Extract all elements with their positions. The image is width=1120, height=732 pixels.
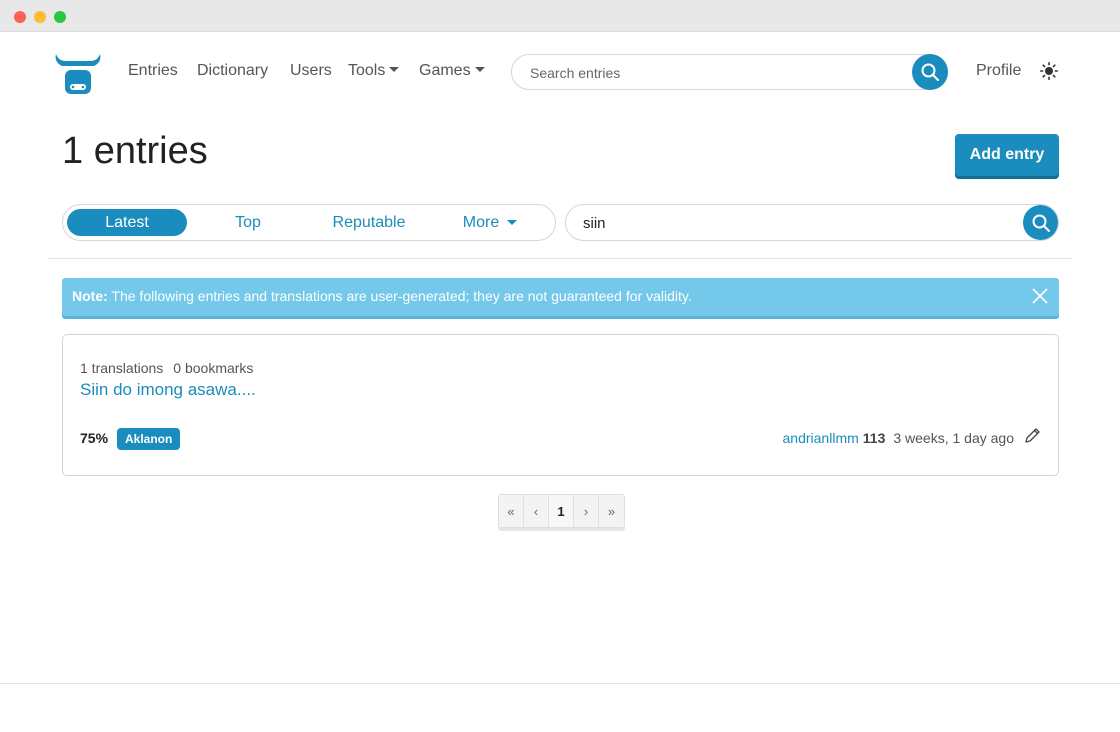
pagination-first-button[interactable]: « [499,495,524,527]
global-search-input[interactable] [530,63,900,83]
global-search [511,54,948,90]
close-window-button[interactable] [14,11,26,23]
pagination: « ‹ 1 › » [498,494,625,528]
pagination-prev-button[interactable]: ‹ [524,495,549,527]
global-search-button[interactable] [912,54,948,90]
entry-card: 1 translations 0 bookmarks Siin do imong … [62,334,1059,476]
sort-tabs: Latest Top Reputable More [62,204,556,241]
entry-author-info: andrianllmm 113 3 weeks, 1 day ago [783,430,1014,446]
tab-more-label: More [462,213,500,231]
pagination-last-button[interactable]: » [599,495,624,527]
tab-top[interactable]: Top [188,209,308,236]
user-generated-note-alert: Note: The following entries and translat… [62,278,1059,316]
nav-tools-label: Tools [348,62,386,79]
site-logo-icon[interactable] [52,48,104,96]
author-link[interactable]: andrianllmm [783,430,859,446]
search-icon [1032,214,1050,232]
page-title: 1 entries [62,130,208,172]
translations-count: 1 translations [80,360,164,376]
nav-tools-dropdown[interactable]: Tools [348,62,400,80]
nav-entries-link[interactable]: Entries [128,62,178,80]
profile-link[interactable]: Profile [976,62,1021,80]
nav-users-link[interactable]: Users [290,62,332,80]
maximize-window-button[interactable] [54,11,66,23]
entry-meta: 1 translations 0 bookmarks [80,360,253,376]
pagination-page-1[interactable]: 1 [549,495,574,527]
pagination-next-button[interactable]: › [574,495,599,527]
tab-more-dropdown[interactable]: More [430,209,550,236]
search-icon [921,63,939,81]
close-icon[interactable] [1031,287,1049,305]
pencil-icon[interactable] [1023,427,1041,445]
alert-body-text: The following entries and translations a… [107,288,692,304]
nav-dictionary-link[interactable]: Dictionary [197,62,268,80]
chevron-down-icon [507,220,518,225]
alert-message: Note: The following entries and translat… [72,288,692,304]
tab-latest[interactable]: Latest [67,209,187,236]
entry-score: 75% [80,430,109,446]
entries-filter-input[interactable] [583,213,1003,233]
language-badge[interactable]: Aklanon [117,428,181,450]
alert-strong-label: Note: [72,288,108,304]
footer-divider [0,683,1120,684]
chevron-down-icon [474,67,485,72]
entry-timestamp: 3 weeks, 1 day ago [893,430,1014,446]
entries-filter-search-button[interactable] [1023,205,1058,240]
chevron-down-icon [389,67,400,72]
bookmarks-count: 0 bookmarks [173,360,254,376]
sun-icon[interactable] [1040,62,1058,80]
nav-games-dropdown[interactable]: Games [419,62,485,80]
nav-games-label: Games [419,62,471,79]
author-reputation: 113 [862,430,886,446]
add-entry-button[interactable]: Add entry [955,134,1059,176]
entries-filter-search [565,204,1059,241]
section-divider [48,258,1072,259]
window-titlebar [0,0,1120,32]
entry-title-link[interactable]: Siin do imong asawa.... [80,380,256,400]
tab-reputable[interactable]: Reputable [309,209,429,236]
minimize-window-button[interactable] [34,11,46,23]
